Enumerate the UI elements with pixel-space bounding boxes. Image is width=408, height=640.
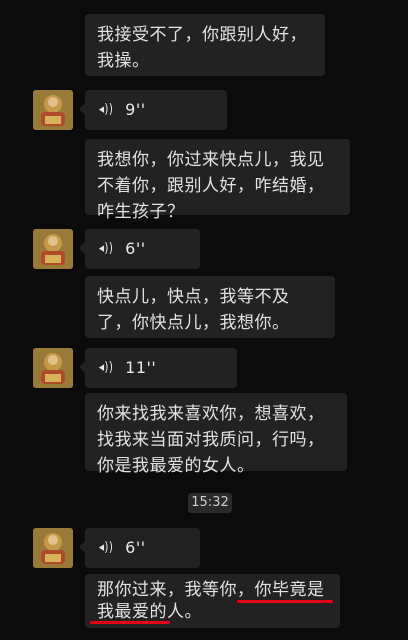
- avatar-image: [33, 90, 73, 130]
- voice-duration: 6'': [125, 538, 146, 557]
- highlight-underline: [90, 621, 170, 624]
- message-text: 我接受不了，你跟别人好，我操。: [97, 25, 307, 71]
- voice-message-2[interactable]: ◂)) 6'': [79, 229, 200, 269]
- voice-wave-icon: ◂)): [98, 102, 114, 117]
- voice-duration: 11'': [125, 358, 157, 377]
- voice-duration: 9'': [125, 100, 146, 119]
- avatar[interactable]: [33, 528, 73, 568]
- voice-message-4[interactable]: ◂)) 6'': [79, 528, 200, 568]
- voice-wave-icon: ◂)): [98, 360, 114, 375]
- bubble-tail: [79, 541, 85, 553]
- avatar[interactable]: [33, 348, 73, 388]
- avatar-image: [33, 348, 73, 388]
- bubble-tail: [79, 361, 85, 373]
- voice-duration: 6'': [125, 239, 146, 258]
- voice-message-1[interactable]: ◂)) 9'': [79, 90, 227, 130]
- avatar-image: [33, 229, 73, 269]
- message-bubble-3[interactable]: 快点儿，快点，我等不及了，你快点儿，我想你。: [85, 276, 335, 338]
- message-text: 快点儿，快点，我等不及了，你快点儿，我想你。: [97, 287, 290, 333]
- voice-message-3[interactable]: ◂)) 11'': [79, 348, 237, 388]
- voice-wave-icon: ◂)): [98, 241, 114, 256]
- bubble-tail: [79, 242, 85, 254]
- message-bubble-4[interactable]: 你来找我来喜欢你，想喜欢，找我来当面对我质问，行吗，你是我最爱的女人。: [85, 393, 347, 476]
- avatar[interactable]: [33, 229, 73, 269]
- message-bubble-2[interactable]: 我想你，你过来快点儿，我见不着你，跟别人好，咋结婚，咋生孩子？: [85, 139, 350, 222]
- message-text: 你来找我来喜欢你，想喜欢，找我来当面对我质问，行吗，你是我最爱的女人。: [97, 404, 325, 476]
- message-bubble-1[interactable]: 我接受不了，你跟别人好，我操。: [85, 14, 325, 76]
- avatar[interactable]: [33, 90, 73, 130]
- message-text: 我想你，你过来快点儿，我见不着你，跟别人好，咋结婚，咋生孩子？: [97, 150, 325, 222]
- voice-wave-icon: ◂)): [98, 540, 114, 555]
- highlight-underline: [237, 600, 333, 603]
- bubble-tail: [79, 103, 85, 115]
- timestamp: 15:32: [188, 493, 232, 513]
- avatar-image: [33, 528, 73, 568]
